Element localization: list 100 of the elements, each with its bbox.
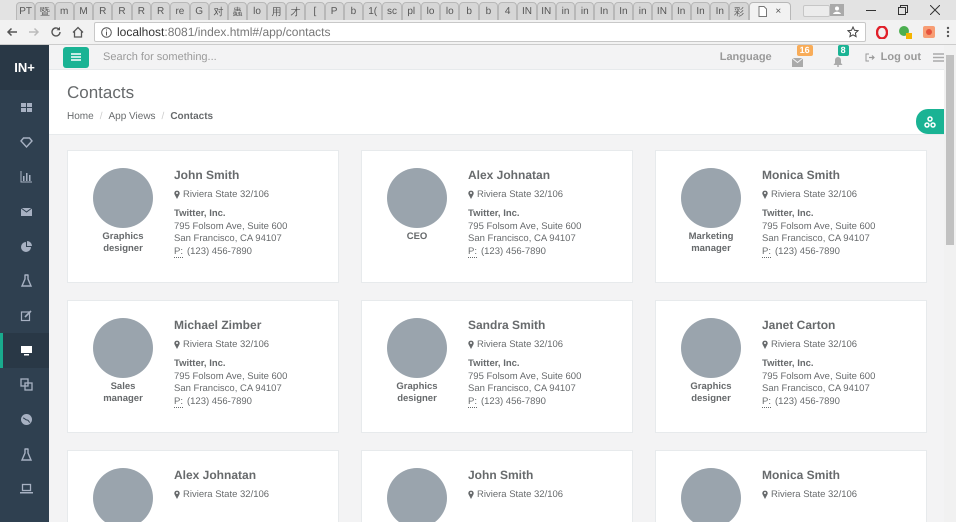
contact-name: Janet Carton: [762, 318, 836, 332]
browser-tab[interactable]: In: [672, 2, 691, 20]
browser-tab[interactable]: 用: [266, 2, 286, 20]
contact-role: Sales manager: [102, 381, 144, 405]
contact-address: Riviera State 32/106: [771, 189, 858, 200]
search-field[interactable]: Search for something...: [101, 50, 708, 64]
browser-tab[interactable]: R: [112, 2, 132, 20]
app-logo: IN+: [0, 45, 49, 90]
street-address: 795 Folsom Ave, Suite 600: [174, 220, 288, 233]
browser-tab[interactable]: 4: [498, 2, 518, 20]
breadcrumb-item[interactable]: Home: [67, 111, 94, 122]
browser-tab[interactable]: 蟲: [228, 2, 248, 20]
contact-name: Michael Zimber: [174, 318, 262, 332]
browser-tab[interactable]: in: [556, 2, 576, 20]
contact-card[interactable]: John Smith Riviera State 32/106: [361, 450, 633, 522]
browser-tab[interactable]: G: [190, 2, 209, 20]
contact-role: CEO: [406, 231, 428, 243]
contact-card[interactable]: Graphics designer Sandra Smith Riviera State 32/106 Twitter, Inc. 795 Folsom Ave, Suite 600 San Francisco, CA 94107 P: (123) 456-7890: [361, 300, 633, 433]
contact-address: Riviera State 32/106: [183, 339, 270, 350]
contact-card[interactable]: Graphics designer Janet Carton Riviera State 32/106 Twitter, Inc. 795 Folsom Ave, Suite 600 San Francisco, CA 94107 P: (123) 456-7890: [655, 300, 927, 433]
browser-tab[interactable]: In: [690, 2, 710, 20]
contact-card[interactable]: Graphics designer John Smith Riviera State 32/106 Twitter, Inc. 795 Folsom Ave, Suite 600 San Francisco, CA 94107 P: (123) 456-7890: [67, 150, 339, 283]
contact-name: Alex Johnatan: [174, 468, 258, 482]
browser-tab[interactable]: IN: [517, 2, 537, 20]
browser-tab[interactable]: R: [150, 2, 170, 20]
browser-tab[interactable]: P: [324, 2, 344, 20]
browser-tab[interactable]: lo: [420, 2, 440, 20]
browser-tab[interactable]: ×: [748, 2, 792, 20]
browser-tab[interactable]: 暨: [35, 2, 55, 20]
browser-tab[interactable]: 1(: [363, 2, 382, 20]
company-name: Twitter, Inc.: [468, 208, 521, 220]
browser-tab[interactable]: sc: [382, 2, 402, 20]
browser-tab[interactable]: IN: [536, 2, 556, 20]
contact-role: Graphics designer: [395, 381, 439, 405]
company-name: Twitter, Inc.: [468, 358, 521, 370]
browser-tab[interactable]: [: [305, 2, 324, 20]
contact-address: Riviera State 32/106: [477, 489, 564, 500]
street-address: 795 Folsom Ave, Suite 600: [174, 370, 288, 383]
breadcrumb-item: Contacts: [170, 111, 214, 122]
phone-number: P: (123) 456-7890: [468, 246, 547, 258]
company-name: Twitter, Inc.: [174, 208, 227, 220]
browser-tab[interactable]: In: [710, 2, 730, 20]
contact-name: Monica Smith: [762, 168, 842, 182]
breadcrumb-item[interactable]: App Views: [108, 111, 156, 122]
address-field[interactable]: localhost:8081/index.html#/app/contacts: [94, 22, 866, 42]
browser-tab[interactable]: in: [575, 2, 594, 20]
contact-address: Riviera State 32/106: [183, 489, 270, 500]
contact-name: Sandra Smith: [468, 318, 546, 332]
contact-role: Graphics designer: [689, 381, 733, 405]
url-text: localhost:8081/index.html#/app/contacts: [117, 25, 330, 39]
contact-name: John Smith: [468, 468, 534, 482]
browser-tab[interactable]: b: [459, 2, 479, 20]
browser-tab[interactable]: R: [132, 2, 151, 20]
browser-tab[interactable]: b: [344, 2, 364, 20]
contact-name: Monica Smith: [762, 468, 842, 482]
browser-tab[interactable]: PT: [16, 2, 36, 20]
browser-tab[interactable]: in: [633, 2, 652, 20]
contact-card[interactable]: Marketing manager Monica Smith Riviera State 32/106 Twitter, Inc. 795 Folsom Ave, Suite 600 San Francisco, CA 94107 P: (123) 456-7890: [655, 150, 927, 283]
language-link[interactable]: Language: [720, 51, 772, 63]
tab-close-button[interactable]: ×: [775, 6, 782, 17]
browser-tab[interactable]: 对: [208, 2, 228, 20]
page-title: Contacts: [67, 83, 136, 103]
city-address: San Francisco, CA 94107: [174, 383, 283, 396]
browser-tab[interactable]: lo: [247, 2, 267, 20]
contact-address: Riviera State 32/106: [771, 489, 858, 500]
city-address: San Francisco, CA 94107: [174, 233, 283, 246]
contact-card[interactable]: Alex Johnatan Riviera State 32/106: [67, 450, 339, 522]
company-name: Twitter, Inc.: [174, 358, 227, 370]
browser-tab[interactable]: R: [93, 2, 112, 20]
phone-number: P: (123) 456-7890: [468, 396, 547, 408]
browser-tab[interactable]: m: [54, 2, 74, 20]
contact-card[interactable]: Monica Smith Riviera State 32/106: [655, 450, 927, 522]
street-address: 795 Folsom Ave, Suite 600: [762, 370, 876, 383]
breadcrumb-separator: /: [162, 111, 164, 122]
browser-tab[interactable]: b: [478, 2, 498, 20]
logout-link[interactable]: Log out: [864, 51, 921, 63]
phone-number: P: (123) 456-7890: [762, 246, 841, 258]
city-address: San Francisco, CA 94107: [762, 233, 871, 246]
message-count-badge: 16: [796, 45, 813, 56]
browser-tab[interactable]: pl: [402, 2, 421, 20]
browser-tab[interactable]: M: [74, 2, 94, 20]
contact-address: Riviera State 32/106: [477, 339, 564, 350]
contact-card[interactable]: CEO Alex Johnatan Riviera State 32/106 Twitter, Inc. 795 Folsom Ave, Suite 600 San Francisco, CA 94107 P: (123) 456-7890: [361, 150, 633, 283]
browser-tab[interactable]: lo: [440, 2, 460, 20]
browser-tab[interactable]: 彩: [729, 2, 749, 20]
browser-tab[interactable]: IN: [652, 2, 672, 20]
street-address: 795 Folsom Ave, Suite 600: [762, 220, 876, 233]
browser-tab[interactable]: In: [614, 2, 633, 20]
street-address: 795 Folsom Ave, Suite 600: [468, 220, 582, 233]
browser-tab[interactable]: 才: [286, 2, 306, 20]
contact-card[interactable]: Sales manager Michael Zimber Riviera State 32/106 Twitter, Inc. 795 Folsom Ave, Suite 600 San Francisco, CA 94107 P: (123) 456-7890: [67, 300, 339, 433]
company-name: Twitter, Inc.: [762, 208, 815, 220]
phone-number: P: (123) 456-7890: [762, 396, 841, 408]
browser-tab[interactable]: re: [170, 2, 190, 20]
street-address: 795 Folsom Ave, Suite 600: [468, 370, 582, 383]
city-address: San Francisco, CA 94107: [468, 383, 577, 396]
notification-count-badge: 8: [838, 45, 849, 56]
city-address: San Francisco, CA 94107: [762, 383, 871, 396]
notifications-button[interactable]: 8: [828, 45, 853, 69]
browser-tab[interactable]: In: [594, 2, 614, 20]
